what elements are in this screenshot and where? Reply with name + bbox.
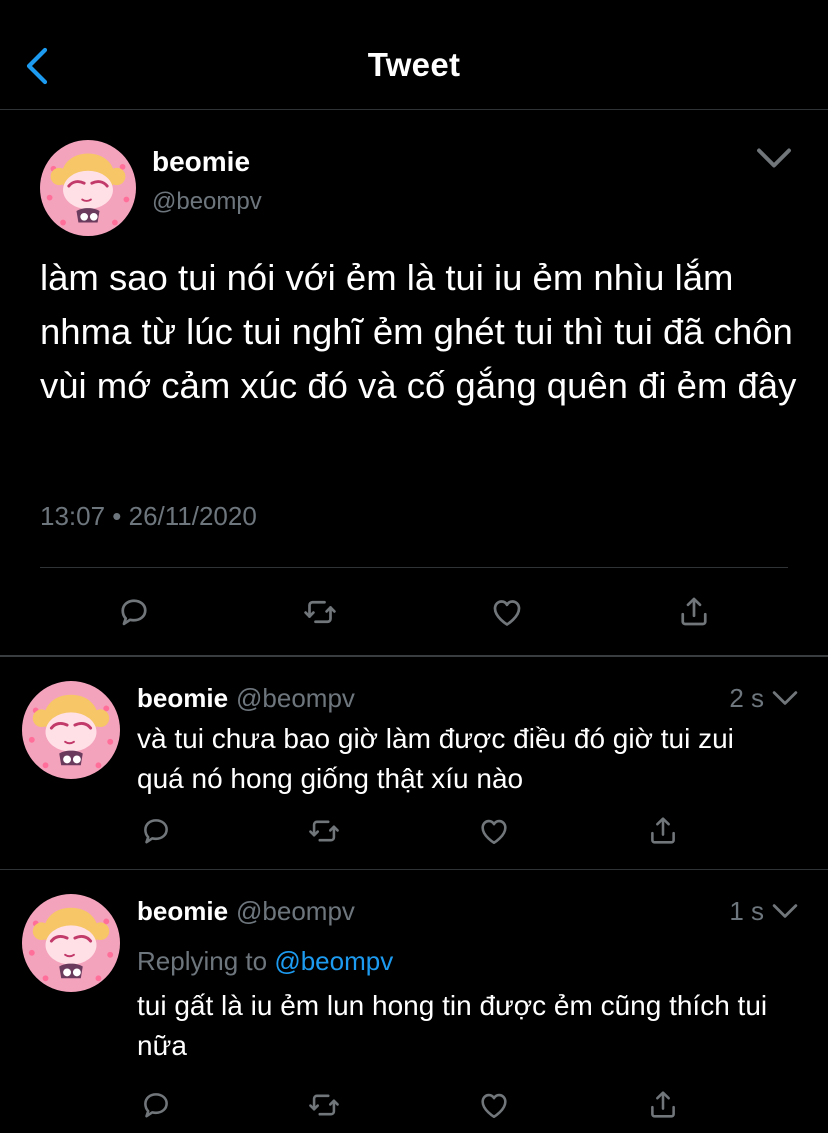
reply-author: beomie @beompv bbox=[137, 683, 355, 714]
page-title: Tweet bbox=[367, 46, 461, 83]
author-handle[interactable]: @beompv bbox=[236, 683, 355, 713]
more-options-button[interactable] bbox=[756, 144, 792, 172]
replying-label: Replying to bbox=[137, 946, 268, 976]
avatar[interactable] bbox=[22, 681, 120, 779]
retweet-icon bbox=[307, 1088, 341, 1122]
reply-icon bbox=[139, 1088, 173, 1122]
reply-icon bbox=[139, 814, 173, 848]
share-icon bbox=[646, 814, 680, 848]
reply-author: beomie @beompv bbox=[137, 896, 355, 927]
more-options-button[interactable] bbox=[772, 687, 798, 709]
reply-tweet[interactable]: beomie @beompv 1 s Replying to @beompv tu… bbox=[0, 870, 828, 1133]
avatar[interactable] bbox=[22, 894, 120, 992]
share-button[interactable] bbox=[646, 1088, 680, 1122]
author-name[interactable]: beomie bbox=[137, 896, 228, 926]
like-button[interactable] bbox=[477, 814, 511, 848]
author-handle[interactable]: @beompv bbox=[152, 188, 262, 216]
share-button[interactable] bbox=[676, 594, 712, 630]
retweet-button[interactable] bbox=[307, 814, 341, 848]
retweet-button[interactable] bbox=[307, 1088, 341, 1122]
reply-icon bbox=[116, 594, 152, 630]
reply-button[interactable] bbox=[116, 594, 152, 630]
reply-tweet[interactable]: beomie @beompv 2 s và tui chưa bao giờ là… bbox=[0, 657, 828, 870]
retweet-icon bbox=[302, 594, 338, 630]
like-icon bbox=[489, 594, 525, 630]
share-icon bbox=[646, 1088, 680, 1122]
like-icon bbox=[477, 1088, 511, 1122]
like-button[interactable] bbox=[477, 1088, 511, 1122]
reply-button[interactable] bbox=[139, 814, 173, 848]
author-name[interactable]: beomie bbox=[137, 683, 228, 713]
reply-time: 1 s bbox=[729, 896, 764, 926]
chevron-down-icon bbox=[772, 687, 798, 709]
author-name[interactable]: beomie bbox=[152, 146, 250, 178]
more-options-button[interactable] bbox=[772, 900, 798, 922]
tweet-text: làm sao tui nói với ẻm là tui iu ẻm nhìu… bbox=[40, 257, 797, 406]
replying-to: Replying to @beompv bbox=[137, 946, 393, 977]
top-bar: Tweet bbox=[0, 0, 828, 110]
retweet-button[interactable] bbox=[302, 594, 338, 630]
retweet-icon bbox=[307, 814, 341, 848]
reply-text: và tui chưa bao giờ làm được điều đó giờ… bbox=[137, 723, 734, 794]
share-button[interactable] bbox=[646, 814, 680, 848]
like-button[interactable] bbox=[489, 594, 525, 630]
avatar[interactable] bbox=[40, 140, 136, 236]
chevron-down-icon bbox=[772, 900, 798, 922]
share-icon bbox=[676, 594, 712, 630]
reply-button[interactable] bbox=[139, 1088, 173, 1122]
mention-link[interactable]: @beompv bbox=[274, 946, 393, 976]
tweet-timestamp: 13:07 • 26/11/2020 bbox=[40, 501, 257, 531]
reply-text: tui gất là iu ẻm lun hong tin được ẻm cũ… bbox=[137, 990, 768, 1061]
reply-time: 2 s bbox=[729, 683, 764, 713]
divider bbox=[40, 567, 788, 568]
like-icon bbox=[477, 814, 511, 848]
chevron-down-icon bbox=[756, 144, 792, 172]
main-tweet: beomie @beompv làm sao tui nói với ẻm là… bbox=[0, 110, 828, 657]
author-handle[interactable]: @beompv bbox=[236, 896, 355, 926]
